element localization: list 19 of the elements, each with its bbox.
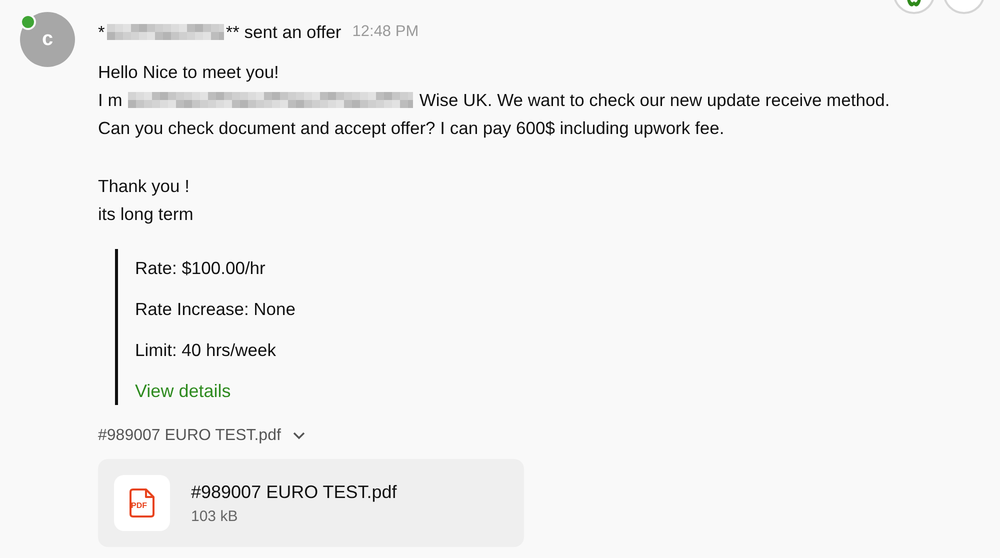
message-text: Hello Nice to meet you! bbox=[98, 61, 279, 84]
attachment-toggle[interactable]: #989007 EURO TEST.pdf bbox=[98, 427, 305, 445]
file-name: #989007 EURO TEST.pdf bbox=[191, 482, 397, 502]
message-text: Can you check document and accept offer? I can pay 600$ including upwork fee. bbox=[98, 117, 724, 140]
offer-term: Rate Increase: None bbox=[135, 298, 296, 321]
offer-term: Limit: 40 hrs/week bbox=[135, 339, 278, 362]
file-size: 103 kB bbox=[191, 508, 239, 524]
chevron-icon bbox=[292, 432, 305, 440]
message-text: Wise UK. We want to check our new update receive method. bbox=[419, 89, 890, 112]
message-text: ** sent an offer bbox=[226, 22, 342, 42]
message-text: Thank you ! bbox=[98, 175, 190, 198]
message-text: * bbox=[98, 22, 105, 42]
avatar: c bbox=[20, 12, 75, 67]
message-text: its long term bbox=[98, 203, 194, 226]
view-details-link[interactable]: View details bbox=[135, 379, 296, 403]
offer-term: Rate: $100.00/hr bbox=[135, 257, 266, 280]
timestamp: 12:48 PM bbox=[352, 23, 419, 41]
file-card[interactable]: PDF #989007 EURO TEST.pdf 103 kB bbox=[98, 459, 524, 547]
message-text: I m bbox=[98, 89, 122, 112]
